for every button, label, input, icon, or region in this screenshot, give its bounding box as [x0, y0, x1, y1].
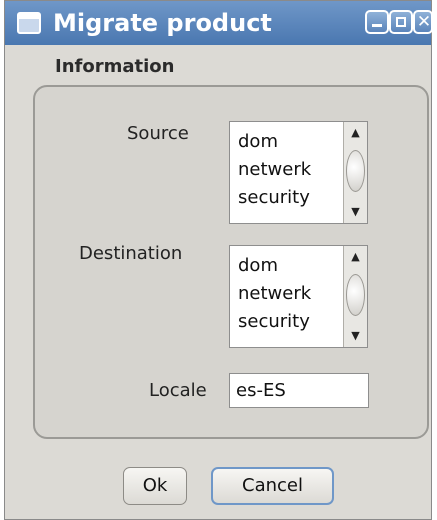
source-scrollbar[interactable]: ▲ ▼	[343, 122, 367, 223]
cancel-button[interactable]: Cancel	[211, 467, 334, 505]
title-bar[interactable]: Migrate product ✕	[5, 1, 433, 45]
list-item[interactable]: security	[238, 184, 311, 212]
destination-label: Destination	[79, 243, 183, 264]
destination-scrollbar[interactable]: ▲ ▼	[343, 246, 367, 347]
destination-listbox[interactable]: dom netwerk security ▲ ▼	[229, 245, 368, 348]
close-icon: ✕	[416, 12, 432, 32]
list-item[interactable]: netwerk	[238, 156, 311, 184]
list-item[interactable]: netwerk	[238, 280, 311, 308]
scroll-thumb[interactable]	[346, 274, 365, 316]
scroll-up-arrow-icon[interactable]: ▲	[344, 124, 367, 142]
source-listbox[interactable]: dom netwerk security ▲ ▼	[229, 121, 368, 224]
locale-label: Locale	[149, 380, 207, 401]
scroll-up-arrow-icon[interactable]: ▲	[344, 248, 367, 266]
window-icon	[17, 12, 41, 34]
scroll-thumb[interactable]	[346, 150, 365, 192]
migrate-product-dialog: Migrate product ✕ Information Source dom…	[4, 0, 433, 520]
minimize-button[interactable]	[365, 10, 389, 34]
scroll-down-arrow-icon[interactable]: ▼	[344, 203, 367, 221]
ok-button[interactable]: Ok	[123, 467, 187, 505]
scroll-down-arrow-icon[interactable]: ▼	[344, 327, 367, 345]
window-title: Migrate product	[53, 9, 272, 37]
list-item[interactable]: dom	[238, 252, 311, 280]
source-label: Source	[127, 123, 189, 144]
list-item[interactable]: dom	[238, 128, 311, 156]
minimize-icon	[372, 24, 382, 27]
locale-input[interactable]: es-ES	[229, 373, 369, 408]
close-button[interactable]: ✕	[413, 10, 433, 34]
maximize-button[interactable]	[389, 10, 413, 34]
maximize-icon	[396, 17, 406, 27]
list-item[interactable]: security	[238, 308, 311, 336]
information-group-title: Information	[55, 56, 175, 77]
